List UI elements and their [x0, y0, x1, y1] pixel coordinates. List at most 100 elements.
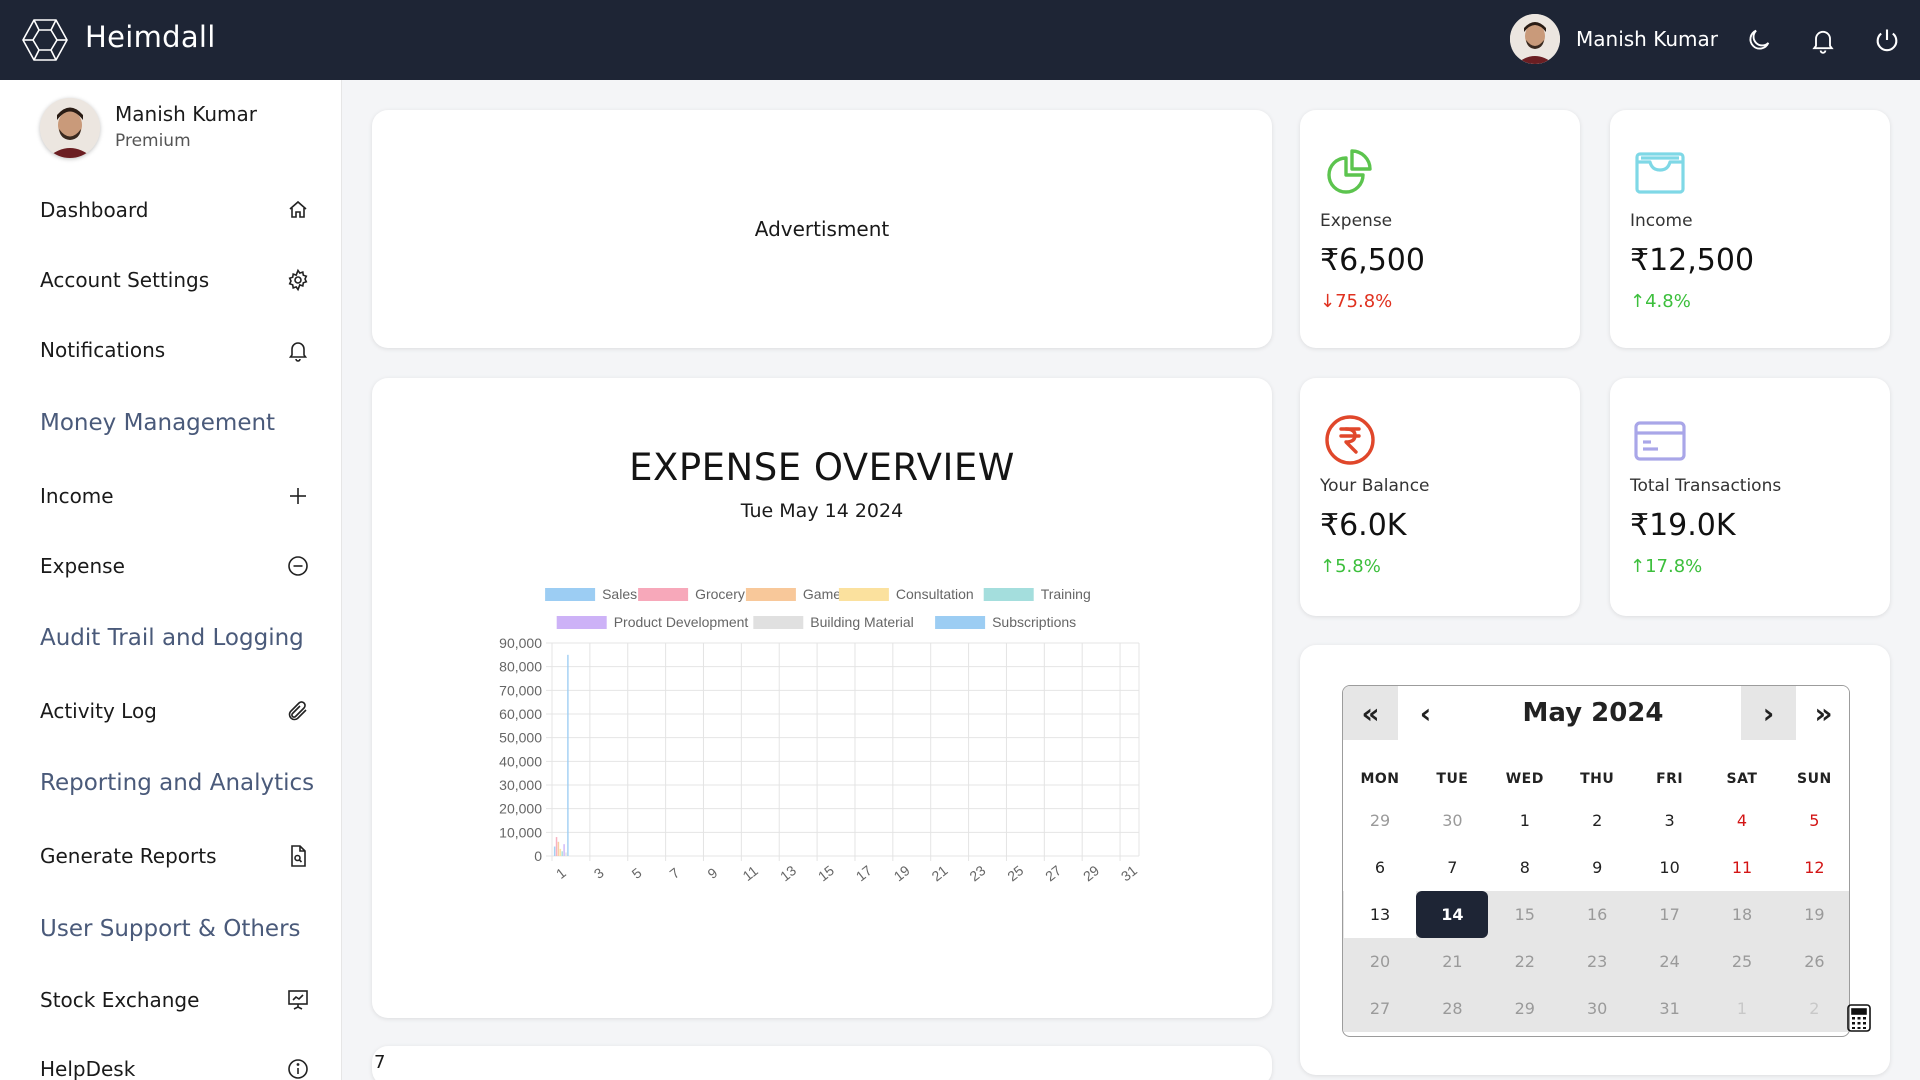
calendar-day[interactable]: 30 — [1561, 985, 1633, 1032]
y-tick-label: 0 — [534, 848, 542, 864]
y-tick-label: 50,000 — [499, 730, 542, 746]
calendar-prev-year-button[interactable]: « — [1343, 686, 1398, 740]
calendar-day[interactable]: 22 — [1489, 938, 1561, 985]
legend-swatch — [745, 588, 796, 601]
calendar-day[interactable]: 23 — [1561, 938, 1633, 985]
calendar-weekday: FRI — [1656, 771, 1684, 787]
sidebar-item-dashboard[interactable]: Dashboard — [40, 192, 310, 228]
calendar-next-year-button[interactable]: » — [1796, 686, 1849, 740]
calendar-day[interactable]: 29 — [1344, 797, 1416, 844]
calendar-next-month-button[interactable]: › — [1741, 686, 1796, 740]
calendar-day[interactable]: 5 — [1778, 797, 1849, 844]
legend-swatch — [556, 616, 607, 629]
home-icon — [286, 198, 310, 222]
calendar-day-selected[interactable]: 14 — [1416, 891, 1489, 938]
calendar-day[interactable]: 25 — [1706, 938, 1778, 985]
pie-chart-icon — [1322, 144, 1378, 200]
calendar-day[interactable]: 2 — [1561, 797, 1633, 844]
hexagon-logo-icon[interactable] — [22, 18, 68, 62]
stat-value: ₹6,500 — [1320, 243, 1425, 278]
calendar-day[interactable]: 7 — [1416, 844, 1488, 891]
calendar-day[interactable]: 9 — [1561, 844, 1633, 891]
calendar-day[interactable]: 3 — [1634, 797, 1706, 844]
power-icon[interactable] — [1873, 26, 1901, 54]
legend-label: Grocery — [695, 586, 745, 602]
sidebar-item-label: Stock Exchange — [40, 988, 200, 1012]
sidebar-item-label: Expense — [40, 554, 125, 578]
stat-label: Your Balance — [1320, 476, 1430, 496]
calendar-day[interactable]: 18 — [1706, 891, 1778, 938]
stat-label: Expense — [1320, 211, 1393, 231]
report-file-icon — [286, 844, 310, 868]
sidebar-item-activity-log[interactable]: Activity Log — [40, 693, 310, 729]
x-tick-label: 9 — [704, 864, 720, 882]
calendar-day[interactable]: 12 — [1778, 844, 1849, 891]
calendar-day[interactable]: 31 — [1634, 985, 1706, 1032]
sidebar-item-notifications[interactable]: Notifications — [40, 332, 310, 368]
y-tick-label: 90,000 — [499, 635, 542, 651]
calendar-prev-month-button[interactable]: ‹ — [1398, 686, 1453, 740]
sidebar-item-account-settings[interactable]: Account Settings — [40, 262, 310, 298]
calendar-day[interactable]: 27 — [1344, 985, 1416, 1032]
legend-swatch — [838, 588, 889, 601]
sidebar-item-helpdesk[interactable]: HelpDesk — [40, 1051, 310, 1080]
calendar-weekday: SAT — [1726, 771, 1758, 787]
calendar-day[interactable]: 8 — [1489, 844, 1561, 891]
calendar-day[interactable]: 17 — [1634, 891, 1706, 938]
calendar-day[interactable]: 13 — [1344, 891, 1416, 938]
calendar-day[interactable]: 11 — [1706, 844, 1778, 891]
stat-change: ↓75.8% — [1320, 291, 1393, 312]
rupee-circle-icon — [1322, 412, 1378, 468]
stat-change: ↑4.8% — [1630, 291, 1691, 312]
calendar-day[interactable]: 1 — [1489, 797, 1561, 844]
app-brand[interactable]: Heimdall — [85, 20, 216, 54]
avatar[interactable] — [1510, 14, 1560, 64]
bar-games — [557, 841, 560, 856]
calendar-day[interactable]: 4 — [1706, 797, 1778, 844]
calendar-day[interactable]: 19 — [1778, 891, 1849, 938]
stat-value: ₹19.0K — [1630, 508, 1736, 543]
calendar-day[interactable]: 15 — [1489, 891, 1561, 938]
user-name[interactable]: Manish Kumar — [1576, 27, 1718, 51]
x-tick-label: 21 — [928, 862, 950, 884]
stat-label: Income — [1630, 211, 1693, 231]
calendar-day[interactable]: 29 — [1489, 985, 1561, 1032]
section-user-support: User Support & Others — [40, 916, 301, 942]
calendar-day[interactable]: 26 — [1778, 938, 1849, 985]
sidebar-item-label: Activity Log — [40, 699, 157, 723]
top-bar: Heimdall Manish Kumar — [0, 0, 1920, 80]
calendar-day[interactable]: 20 — [1344, 938, 1416, 985]
x-tick-label: 13 — [777, 862, 799, 884]
stat-change: ↑5.8% — [1320, 556, 1381, 577]
calendar-day[interactable]: 21 — [1416, 938, 1488, 985]
bell-icon — [286, 338, 310, 362]
paperclip-icon — [286, 699, 310, 723]
calendar-day[interactable]: 30 — [1416, 797, 1488, 844]
section-reporting-analytics: Reporting and Analytics — [40, 770, 315, 796]
calendar-day[interactable]: 1 — [1706, 985, 1778, 1032]
legend-swatch — [545, 588, 596, 601]
calendar-day[interactable]: 2 — [1778, 985, 1849, 1032]
calendar-day[interactable]: 16 — [1561, 891, 1633, 938]
legend-swatch — [983, 588, 1034, 601]
calendar-day[interactable]: 28 — [1416, 985, 1488, 1032]
x-tick-label: 25 — [1004, 862, 1026, 884]
calculator-icon[interactable] — [1846, 1003, 1872, 1033]
bell-icon[interactable] — [1809, 26, 1837, 54]
x-tick-label: 15 — [815, 862, 837, 884]
info-circle-icon — [286, 1057, 310, 1080]
calendar-day[interactable]: 6 — [1344, 844, 1416, 891]
sidebar-item-income[interactable]: Income — [40, 478, 310, 514]
calendar-month-label[interactable]: May 2024 — [1473, 686, 1713, 740]
stat-card-income: Income ₹12,500 ↑4.8% — [1610, 110, 1890, 348]
moon-icon[interactable] — [1745, 26, 1773, 54]
avatar[interactable] — [40, 98, 100, 158]
calendar-day[interactable]: 10 — [1634, 844, 1706, 891]
calendar-day[interactable]: 24 — [1634, 938, 1706, 985]
x-tick-label: 7 — [666, 864, 682, 882]
sidebar-item-generate-reports[interactable]: Generate Reports — [40, 838, 310, 874]
stat-value: ₹6.0K — [1320, 508, 1407, 543]
sidebar-item-expense[interactable]: Expense — [40, 548, 310, 584]
sidebar-item-stock-exchange[interactable]: Stock Exchange — [40, 982, 310, 1018]
legend-label: Consultation — [896, 586, 974, 602]
